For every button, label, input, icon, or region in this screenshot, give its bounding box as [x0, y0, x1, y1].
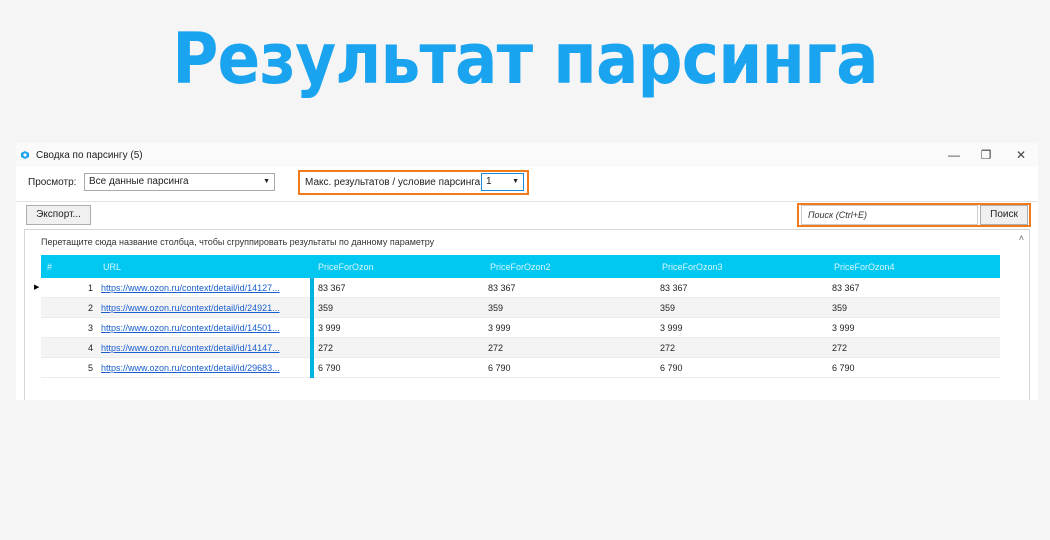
action-toolbar: Экспорт... Поиск (Ctrl+E) Поиск: [16, 201, 1038, 228]
column-header-price2[interactable]: PriceForOzon2: [484, 255, 656, 278]
column-header-price3[interactable]: PriceForOzon3: [656, 255, 828, 278]
max-results-value: 1: [486, 176, 492, 187]
price-cell: 83 367: [312, 278, 484, 298]
price-cell: 6 790: [828, 357, 1000, 378]
price-cell: 3 999: [656, 317, 828, 338]
view-label: Просмотр:: [28, 177, 77, 188]
table-row[interactable]: 5 https://www.ozon.ru/context/detail/id/…: [41, 357, 1000, 378]
row-index: 2: [41, 297, 97, 318]
chevron-down-icon: ▼: [512, 178, 519, 185]
chevron-down-icon: ▼: [263, 178, 270, 185]
price-cell: 83 367: [656, 278, 828, 298]
row-index: 1: [41, 278, 97, 298]
price-cell: 359: [656, 297, 828, 318]
results-table: # URL PriceForOzon PriceForOzon2 PriceFo…: [41, 255, 1000, 378]
row-index: 3: [41, 317, 97, 338]
app-icon: [21, 151, 29, 159]
table-row[interactable]: 1 https://www.ozon.ru/context/detail/id/…: [41, 278, 1000, 298]
column-header-url[interactable]: URL: [97, 255, 312, 278]
restore-icon[interactable]: ❐: [976, 147, 996, 163]
column-header-index[interactable]: #: [41, 255, 97, 278]
scroll-up-icon[interactable]: ˄: [1019, 233, 1024, 243]
export-button[interactable]: Экспорт...: [26, 205, 91, 225]
column-header-price4[interactable]: PriceForOzon4: [828, 255, 1000, 278]
view-toolbar: Просмотр: Все данные парсинга ▼ Макс. ре…: [16, 167, 1038, 199]
current-row-indicator-icon: ▶: [34, 284, 40, 291]
results-grid: Перетащите сюда название столбца, чтобы …: [24, 229, 1030, 400]
row-index: 5: [41, 357, 97, 378]
table-header-row: # URL PriceForOzon PriceForOzon2 PriceFo…: [41, 255, 1000, 278]
price-cell: 359: [484, 297, 656, 318]
price-cell: 272: [312, 337, 484, 358]
price-cell: 83 367: [484, 278, 656, 298]
price-cell: 359: [312, 297, 484, 318]
price-cell: 6 790: [484, 357, 656, 378]
price-cell: 272: [656, 337, 828, 358]
view-select[interactable]: Все данные парсинга ▼: [84, 173, 275, 191]
price-cell: 3 999: [484, 317, 656, 338]
price-cell: 6 790: [656, 357, 828, 378]
price-cell: 83 367: [828, 278, 1000, 298]
table-row[interactable]: 4 https://www.ozon.ru/context/detail/id/…: [41, 337, 1000, 358]
window-title: Сводка по парсингу (5): [36, 150, 143, 161]
url-link[interactable]: https://www.ozon.ru/context/detail/id/14…: [97, 278, 314, 298]
parsing-summary-window: Сводка по парсингу (5) — ❐ ✕ Просмотр: В…: [16, 143, 1038, 400]
minimize-icon[interactable]: —: [944, 147, 964, 163]
column-header-price1[interactable]: PriceForOzon: [312, 255, 484, 278]
max-results-select[interactable]: 1 ▼: [481, 173, 524, 191]
price-cell: 3 999: [828, 317, 1000, 338]
search-button[interactable]: Поиск: [980, 205, 1028, 225]
price-cell: 3 999: [312, 317, 484, 338]
group-panel-hint: Перетащите сюда название столбца, чтобы …: [41, 237, 435, 247]
table-row[interactable]: 3 https://www.ozon.ru/context/detail/id/…: [41, 317, 1000, 338]
row-index: 4: [41, 337, 97, 358]
title-bar: Сводка по парсингу (5) — ❐ ✕: [16, 143, 1038, 167]
url-link[interactable]: https://www.ozon.ru/context/detail/id/29…: [97, 357, 314, 378]
price-cell: 6 790: [312, 357, 484, 378]
url-link[interactable]: https://www.ozon.ru/context/detail/id/24…: [97, 297, 314, 318]
url-link[interactable]: https://www.ozon.ru/context/detail/id/14…: [97, 337, 314, 358]
table-row[interactable]: 2 https://www.ozon.ru/context/detail/id/…: [41, 297, 1000, 318]
price-cell: 272: [828, 337, 1000, 358]
search-input[interactable]: Поиск (Ctrl+E): [801, 205, 978, 225]
price-cell: 359: [828, 297, 1000, 318]
close-icon[interactable]: ✕: [1011, 147, 1031, 163]
price-cell: 272: [484, 337, 656, 358]
max-results-label: Макс. результатов / условие парсинга:: [305, 177, 484, 188]
headline: Результат парсинга: [172, 18, 878, 100]
view-select-value: Все данные парсинга: [89, 176, 189, 187]
url-link[interactable]: https://www.ozon.ru/context/detail/id/14…: [97, 317, 314, 338]
